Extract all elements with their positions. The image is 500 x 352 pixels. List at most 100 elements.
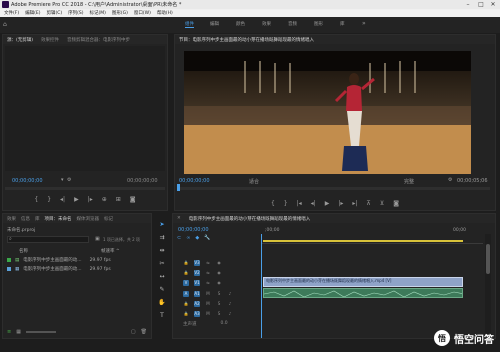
menu-edit[interactable]: 编辑(E) (25, 10, 40, 16)
mic-icon[interactable]: ♪ (227, 291, 233, 297)
menu-clip[interactable]: 剪辑(C) (46, 10, 62, 16)
add-marker-icon[interactable]: ◆ (195, 235, 199, 241)
menu-sequence[interactable]: 序列(S) (68, 10, 83, 16)
lock-icon[interactable]: 🔒 (183, 311, 189, 317)
ripple-edit-icon[interactable]: ⇹ (159, 247, 164, 254)
more-workspaces-icon[interactable]: » (362, 20, 366, 27)
lock-icon[interactable]: 🔒 (183, 301, 189, 307)
workspace-tab-audio[interactable]: 音频 (288, 21, 297, 27)
new-bin-icon[interactable]: ▣ (95, 236, 100, 242)
lock-icon[interactable]: V (183, 279, 189, 286)
selection-tool-icon[interactable]: ➤ (159, 221, 164, 228)
col-fps[interactable]: 帧速率 ^ (101, 248, 120, 254)
source-settings-icon[interactable]: ⚙ (67, 177, 71, 183)
menu-help[interactable]: 帮助(H) (157, 10, 173, 16)
program-lift-icon[interactable]: ⊼ (366, 200, 370, 207)
program-settings-icon[interactable]: ⚙ (448, 177, 452, 183)
tab-project[interactable]: 项目：未命名 (45, 216, 72, 222)
program-mark-in-icon[interactable]: { (271, 200, 275, 207)
scroll-thumb[interactable] (486, 244, 490, 274)
track-a1-label[interactable]: A1 (194, 290, 200, 297)
eye-icon[interactable]: ◉ (216, 260, 222, 266)
program-scrub-bar[interactable] (178, 187, 490, 190)
mute-icon[interactable]: M (205, 301, 211, 307)
program-ratio-dropdown[interactable]: 完整 (404, 178, 414, 185)
lock-icon[interactable]: 🔒 (183, 260, 189, 266)
program-camera-icon[interactable]: ◙ (393, 200, 399, 207)
tab-media-browser[interactable]: 媒体浏览器 (77, 216, 100, 222)
tab-audio-mixer[interactable]: 音频剪辑混合器：电影序列中步 (67, 37, 130, 43)
insert-icon[interactable]: ⊕ (102, 196, 107, 203)
maximize-icon[interactable]: □ (475, 0, 487, 9)
tab-library[interactable]: 库 (35, 216, 40, 222)
trash-icon[interactable]: 🗑 (141, 329, 147, 335)
mic-icon[interactable]: ♪ (227, 301, 233, 307)
lock-icon[interactable]: A (183, 290, 189, 297)
source-timecode[interactable]: 00;00;00;00 (12, 178, 43, 184)
close-icon[interactable]: ✕ (487, 0, 499, 9)
play-icon[interactable]: ▶ (74, 196, 79, 203)
workspace-tab-libraries[interactable]: 库 (340, 21, 345, 27)
solo-icon[interactable]: S (216, 291, 222, 297)
workspace-tab-assembly[interactable]: 组件 (185, 21, 194, 28)
tab-effects-left[interactable]: 效果 (7, 216, 16, 222)
solo-icon[interactable]: S (216, 311, 222, 317)
camera-icon[interactable]: ◙ (130, 196, 136, 203)
menu-window[interactable]: 窗口(W) (134, 10, 151, 16)
project-item[interactable]: ▤ 电影序列中步主画面最的动... 29.97 fps (7, 256, 111, 264)
sync-icon[interactable]: ⇋ (205, 270, 211, 276)
track-v3-label[interactable]: V3 (194, 259, 200, 266)
eye-icon[interactable]: ◉ (216, 280, 222, 286)
timeline-title[interactable]: 电影序列中步主画面最的动小芽在播场既舞蹈现最的情绪唱入 (189, 216, 311, 222)
hand-tool-icon[interactable]: ✋ (158, 299, 165, 306)
timeline-close-icon[interactable]: ✕ (177, 216, 181, 221)
mark-out-icon[interactable]: } (47, 196, 51, 203)
workspace-tab-effects[interactable]: 效果 (262, 21, 271, 27)
sync-icon[interactable]: ⇋ (205, 280, 211, 286)
video-clip[interactable]: 电影序列中步主画面最的动小芽在播场既舞蹈现最的情绪唱入.mp4 [V] (263, 277, 463, 287)
source-scrub-bar[interactable] (5, 187, 165, 190)
step-back-icon[interactable]: ◂| (60, 196, 65, 203)
mic-icon[interactable]: ♪ (227, 311, 233, 317)
source-marker-icon[interactable]: ▾ (61, 177, 64, 183)
program-go-in-icon[interactable]: |◂ (297, 200, 302, 207)
program-step-back-icon[interactable]: ◂| (311, 200, 316, 207)
master-value[interactable]: 0.0 (221, 321, 228, 326)
home-icon[interactable]: ⌂ (3, 21, 7, 28)
program-extract-icon[interactable]: ⊻ (380, 200, 384, 207)
mark-in-icon[interactable]: { (34, 196, 38, 203)
track-a2-label[interactable]: A2 (194, 300, 200, 307)
tab-markers[interactable]: 标记 (104, 216, 113, 222)
program-go-out-icon[interactable]: ▸| (352, 200, 357, 207)
zoom-slider[interactable] (25, 331, 56, 333)
program-timecode[interactable]: 00;00;00;00 (179, 178, 210, 184)
pen-tool-icon[interactable]: ✎ (159, 286, 164, 293)
timeline-v-scrollbar[interactable] (485, 234, 491, 334)
list-view-icon[interactable]: ≡ (7, 329, 11, 335)
program-playhead-icon[interactable] (177, 184, 180, 191)
audio-clip[interactable] (263, 288, 463, 298)
program-title[interactable]: 节目：电影序列中步主画面最的动小芽在播场既舞蹈现最的情绪唱入 (179, 37, 314, 43)
workspace-tab-editing[interactable]: 编辑 (210, 21, 219, 27)
workspace-tab-graphics[interactable]: 图形 (314, 21, 323, 27)
solo-icon[interactable]: S (216, 301, 222, 307)
tab-effect-controls[interactable]: 效果控件 (41, 37, 59, 43)
linked-icon[interactable]: ∞ (186, 235, 190, 241)
type-tool-icon[interactable]: T (160, 312, 164, 319)
col-name[interactable]: 名称 (19, 248, 28, 254)
icon-view-icon[interactable]: ▦ (16, 329, 21, 335)
lock-icon[interactable]: 🔒 (183, 270, 189, 276)
menu-file[interactable]: 文件(F) (4, 10, 19, 16)
step-forward-icon[interactable]: |▸ (88, 196, 93, 203)
timeline-timecode[interactable]: 00;00;00;00 (178, 227, 209, 233)
mute-icon[interactable]: M (205, 311, 211, 317)
snap-icon[interactable]: ⊂ (177, 235, 181, 241)
work-area-bar[interactable] (263, 240, 463, 242)
tab-source[interactable]: 源：(无剪辑) (7, 37, 33, 43)
mute-icon[interactable]: M (205, 291, 211, 297)
sync-icon[interactable]: ⇋ (205, 260, 211, 266)
project-search-input[interactable]: ⌕ (7, 236, 89, 243)
program-fit-dropdown[interactable]: 适合 (249, 178, 259, 185)
workspace-tab-color[interactable]: 颜色 (236, 21, 245, 27)
tab-history[interactable]: 信息 (21, 216, 30, 222)
